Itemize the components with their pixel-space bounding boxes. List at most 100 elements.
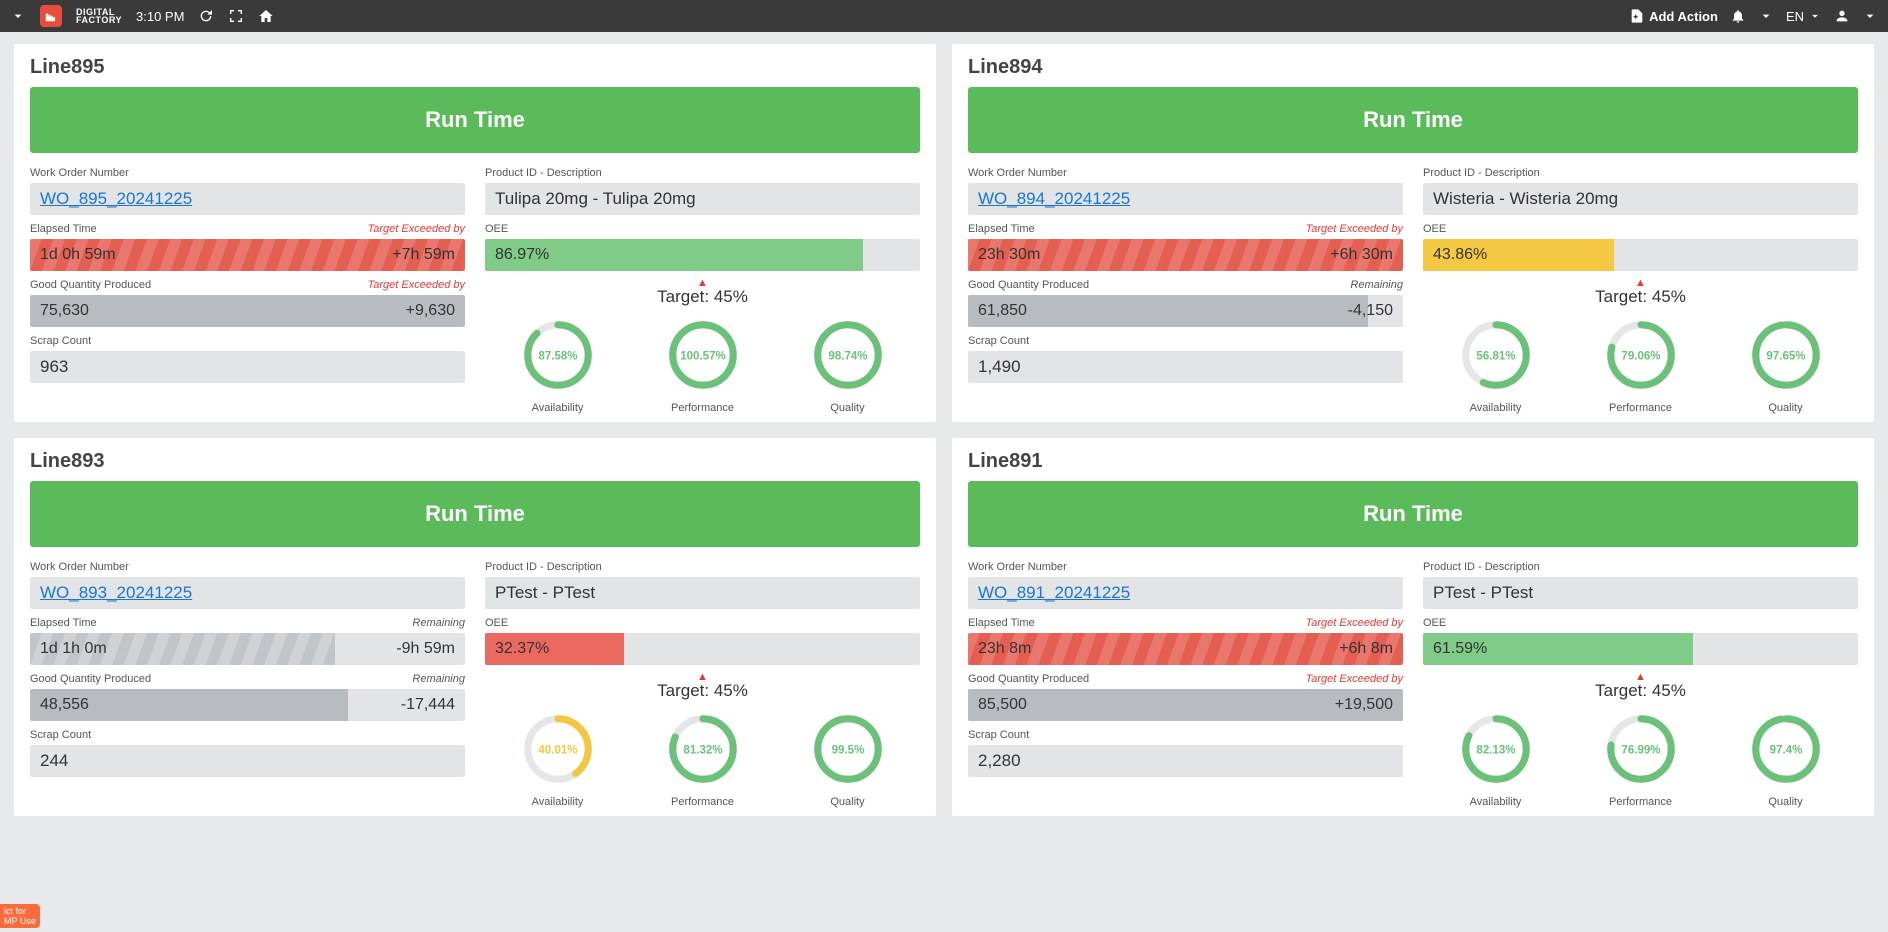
gauge-availability: 87.58% Availability <box>518 315 598 414</box>
user-icon[interactable] <box>1834 8 1850 24</box>
oee-value: 86.97% <box>495 246 549 264</box>
gauge-label: Quality <box>808 402 888 414</box>
gauge-label: Availability <box>1456 402 1536 414</box>
svg-text:98.74%: 98.74% <box>828 350 867 362</box>
target-text: Target: 45% <box>1423 287 1858 307</box>
gauge-label: Quality <box>808 796 888 808</box>
work-order-link[interactable]: WO_894_20241225 <box>968 183 1403 215</box>
svg-text:82.13%: 82.13% <box>1476 744 1515 756</box>
svg-text:56.81%: 56.81% <box>1476 350 1515 362</box>
gauge-label: Quality <box>1746 402 1826 414</box>
refresh-icon[interactable] <box>198 8 214 24</box>
bell-dropdown-icon[interactable] <box>1758 8 1774 24</box>
good-qty-bar: 85,500 +19,500 <box>968 689 1403 721</box>
good-qty-delta: +9,630 <box>406 302 455 320</box>
gauge-quality: 97.4% Quality <box>1746 709 1826 808</box>
gauges-row: 82.13% Availability 76.99% Performance 9… <box>1423 709 1858 808</box>
good-qty-label: Good Quantity Produced <box>968 673 1089 685</box>
dashboard-grid: Line895 Run Time Work Order Number WO_89… <box>0 32 1888 828</box>
line-card: Line895 Run Time Work Order Number WO_89… <box>14 44 936 422</box>
user-dropdown-icon[interactable] <box>1862 8 1878 24</box>
target-caret-icon: ▲ <box>1423 279 1858 287</box>
fullscreen-icon[interactable] <box>228 8 244 24</box>
scrap-label: Scrap Count <box>968 335 1029 347</box>
product-value: PTest - PTest <box>1423 577 1858 609</box>
svg-text:97.65%: 97.65% <box>1766 350 1805 362</box>
line-title: Line895 <box>30 56 920 79</box>
good-qty-bar: 48,556 -17,444 <box>30 689 465 721</box>
svg-text:87.58%: 87.58% <box>538 350 577 362</box>
target-caret-icon: ▲ <box>1423 673 1858 681</box>
gauge-quality: 98.74% Quality <box>808 315 888 414</box>
work-order-link[interactable]: WO_891_20241225 <box>968 577 1403 609</box>
good-qty-value: 48,556 <box>40 696 89 714</box>
gauge-availability: 40.01% Availability <box>518 709 598 808</box>
svg-text:99.5%: 99.5% <box>831 744 864 756</box>
gauge-performance: 81.32% Performance <box>663 709 743 808</box>
bell-icon[interactable] <box>1730 8 1746 24</box>
runtime-banner: Run Time <box>968 481 1858 547</box>
gauge-performance: 100.57% Performance <box>663 315 743 414</box>
target-caret-icon: ▲ <box>485 673 920 681</box>
gauge-label: Availability <box>1456 796 1536 808</box>
gauge-label: Availability <box>518 796 598 808</box>
clock-time: 3:10 PM <box>136 9 184 24</box>
scrap-value: 2,280 <box>968 745 1403 777</box>
app-logo[interactable] <box>40 5 62 27</box>
runtime-banner: Run Time <box>30 87 920 153</box>
elapsed-value: 23h 8m <box>978 640 1031 658</box>
gauge-performance: 79.06% Performance <box>1601 315 1681 414</box>
gauge-quality: 97.65% Quality <box>1746 315 1826 414</box>
target-row: ▲ Target: 45% <box>1423 279 1858 307</box>
gauge-label: Availability <box>518 402 598 414</box>
top-bar: DIGITALFACTORY 3:10 PM Add Action EN <box>0 0 1888 32</box>
gauge-label: Performance <box>663 796 743 808</box>
gauge-quality: 99.5% Quality <box>808 709 888 808</box>
elapsed-value: 23h 30m <box>978 246 1040 264</box>
scrap-value: 1,490 <box>968 351 1403 383</box>
work-order-label: Work Order Number <box>30 561 129 573</box>
gauge-label: Performance <box>663 402 743 414</box>
oee-label: OEE <box>1423 223 1446 235</box>
product-label: Product ID - Description <box>1423 167 1540 179</box>
elapsed-delta: +6h 8m <box>1339 640 1393 658</box>
gauge-availability: 82.13% Availability <box>1456 709 1536 808</box>
oee-value: 43.86% <box>1433 246 1487 264</box>
work-order-link[interactable]: WO_895_20241225 <box>30 183 465 215</box>
scrap-value: 963 <box>30 351 465 383</box>
elapsed-value: 1d 0h 59m <box>40 246 116 264</box>
work-order-link[interactable]: WO_893_20241225 <box>30 577 465 609</box>
oee-bar: 86.97% <box>485 239 920 271</box>
product-value: Tulipa 20mg - Tulipa 20mg <box>485 183 920 215</box>
elapsed-label: Elapsed Time <box>30 223 97 235</box>
elapsed-delta: -9h 59m <box>396 640 455 658</box>
elapsed-bar: 23h 30m +6h 30m <box>968 239 1403 271</box>
line-card: Line894 Run Time Work Order Number WO_89… <box>952 44 1874 422</box>
line-title: Line893 <box>30 450 920 473</box>
scrap-label: Scrap Count <box>30 335 91 347</box>
gauges-row: 87.58% Availability 100.57% Performance … <box>485 315 920 414</box>
elapsed-bar: 1d 0h 59m +7h 59m <box>30 239 465 271</box>
oee-value: 61.59% <box>1433 640 1487 658</box>
target-row: ▲ Target: 45% <box>485 673 920 701</box>
good-qty-label: Good Quantity Produced <box>30 279 151 291</box>
target-caret-icon: ▲ <box>485 279 920 287</box>
gauge-label: Performance <box>1601 796 1681 808</box>
product-label: Product ID - Description <box>1423 561 1540 573</box>
chevron-down-icon[interactable] <box>10 8 26 24</box>
gauges-row: 56.81% Availability 79.06% Performance 9… <box>1423 315 1858 414</box>
gauge-label: Quality <box>1746 796 1826 808</box>
language-selector[interactable]: EN <box>1786 9 1822 24</box>
product-label: Product ID - Description <box>485 167 602 179</box>
product-label: Product ID - Description <box>485 561 602 573</box>
oee-value: 32.37% <box>495 640 549 658</box>
add-action-button[interactable]: Add Action <box>1629 8 1718 24</box>
home-icon[interactable] <box>258 8 274 24</box>
elapsed-label: Elapsed Time <box>968 223 1035 235</box>
svg-text:76.99%: 76.99% <box>1621 744 1660 756</box>
target-row: ▲ Target: 45% <box>485 279 920 307</box>
runtime-banner: Run Time <box>968 87 1858 153</box>
good-qty-bar: 75,630 +9,630 <box>30 295 465 327</box>
scrap-value: 244 <box>30 745 465 777</box>
good-qty-value: 61,850 <box>978 302 1027 320</box>
